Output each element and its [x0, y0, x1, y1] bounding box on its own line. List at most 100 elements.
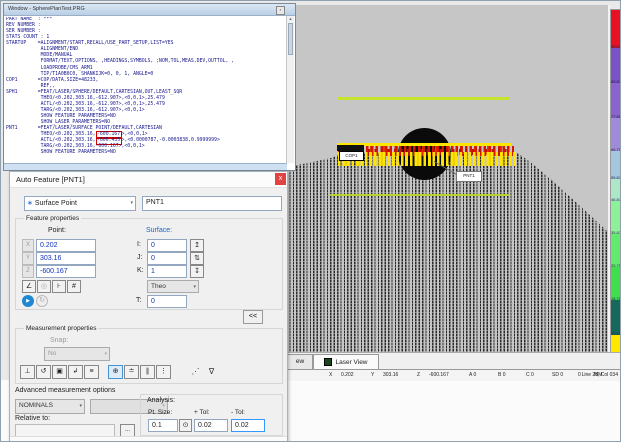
chevron-down-icon: ▾ — [79, 400, 82, 413]
probe-drop-icon[interactable]: ⊥ — [20, 365, 35, 379]
scale-tick-label: 25.75 — [611, 264, 621, 268]
surface-vector-icon[interactable]: ↥ — [190, 239, 204, 252]
find-icon[interactable]: ◎ — [37, 280, 51, 293]
edit-window-title: Window - SpherePlanTest.PRG — [8, 6, 85, 12]
pattern-icon[interactable]: ⊦ — [52, 280, 66, 293]
dialog-title: Auto Feature [PNT1] — [16, 175, 85, 184]
play-icon: ▶ — [26, 298, 30, 304]
feature-name-input[interactable]: PNT1 — [142, 196, 282, 211]
status-b-value: B 0 — [498, 372, 506, 378]
status-sd-value: SD 0 — [552, 372, 563, 378]
return-path-icon[interactable]: ↲ — [68, 365, 83, 379]
z-axis-button[interactable]: Z — [22, 265, 34, 278]
x-axis-button[interactable]: X — [22, 239, 34, 252]
scale-segment — [611, 10, 621, 48]
offset-icon[interactable]: ∥ — [140, 365, 155, 379]
y-coordinate-field[interactable]: 303.16 — [36, 252, 96, 265]
remeasure-button[interactable]: ↻ — [36, 295, 48, 307]
dialog-bottom-strip — [10, 436, 287, 442]
auto-feature-dialog[interactable]: Auto Feature [PNT1] x ∗Surface Point ▾ P… — [9, 171, 288, 442]
tab-laser-view[interactable]: Laser View — [313, 354, 379, 370]
tab-laser-view-label: Laser View — [335, 356, 367, 369]
pt-size-label: Pt. Size: — [148, 409, 172, 416]
editor-horizontal-scrollbar[interactable] — [4, 163, 287, 170]
point-size-zoom-button[interactable]: ⊙ — [179, 419, 192, 432]
j-vector-field[interactable]: 0 — [147, 252, 187, 265]
scan-line-upper — [337, 97, 509, 100]
surface-point-icon: ∗ — [25, 200, 35, 207]
scale-segment — [611, 300, 621, 335]
theo-dropdown[interactable]: Theo ▾ — [147, 280, 199, 293]
snap-value: No — [48, 350, 56, 357]
scrollbar-thumb[interactable] — [288, 23, 293, 55]
redo-icon: ↻ — [39, 297, 45, 304]
point-sequence-icon[interactable]: ⋰ — [188, 365, 203, 379]
measurement-properties-label: Measurement properties — [24, 325, 98, 333]
status-y-value: 303.16 — [383, 372, 398, 378]
feature-type-dropdown[interactable]: ∗Surface Point ▾ — [24, 196, 136, 211]
nominals-dropdown[interactable]: NOMINALS ▾ — [15, 399, 85, 414]
deviation-color-scale: 95.87 85.87 77.85 66.75 55.87 46.87 35.8… — [610, 9, 621, 359]
feature-properties-label: Feature properties — [24, 215, 81, 223]
code-line: SHOW FEATURE PARAMETERS=NO — [6, 150, 286, 156]
status-z-label: Z — [417, 372, 420, 378]
scale-tick-label: 77.85 — [611, 115, 621, 119]
pointcloud-scan — [286, 5, 608, 352]
feature-type-value: Surface Point — [35, 200, 77, 207]
advanced-options-label: Advanced measurement options — [15, 387, 115, 394]
polar-cartesian-icon[interactable]: ∠ — [22, 280, 36, 293]
scale-tick-label: 95.87 — [611, 45, 621, 49]
align-vector-icon[interactable]: ↧ — [190, 265, 204, 278]
close-icon[interactable]: x — [275, 173, 286, 185]
edit-window-titlebar[interactable]: Window - SpherePlanTest.PRG ▪ — [4, 4, 295, 16]
x-coordinate-field[interactable]: 0.202 — [36, 239, 96, 252]
level-icon[interactable]: ≐ — [124, 365, 139, 379]
grid-icon[interactable]: # — [67, 280, 81, 293]
analysis-label: Analysis: — [147, 397, 175, 404]
code-text: >,<0,0,1> — [122, 132, 148, 137]
t-value-field[interactable]: 0 — [147, 295, 187, 308]
minus-tol-field[interactable]: 0.02 — [231, 419, 265, 432]
cop1-feature-label[interactable]: COP1 — [339, 151, 364, 161]
view-tab-bar: ew Laser View — [286, 352, 621, 369]
scale-tick-label: 66.75 — [611, 148, 621, 152]
t-label: T: — [136, 297, 141, 304]
scale-tick-label: 55.87 — [611, 176, 621, 180]
k-vector-field[interactable]: 1 — [147, 265, 187, 278]
surface-label[interactable]: Surface: — [146, 227, 172, 234]
dialog-titlebar[interactable]: Auto Feature [PNT1] x — [10, 172, 287, 188]
edit-window-code[interactable]: PART NAME : *** REV NUMBER : SER NUMBER … — [6, 17, 286, 163]
plus-tol-field[interactable]: 0.02 — [194, 419, 228, 432]
graphics-view[interactable]: COP1 PNT1 — [286, 5, 610, 352]
pnt1-feature-label[interactable]: PNT1 — [456, 171, 482, 182]
scale-tick-label: 35.87 — [611, 231, 621, 235]
target-icon[interactable]: ⊕ — [108, 365, 123, 379]
edit-window[interactable]: Window - SpherePlanTest.PRG ▪ PART NAME … — [3, 3, 296, 171]
pt-size-field[interactable]: 0.1 — [148, 419, 178, 432]
snap-dropdown: No ▾ — [44, 347, 110, 361]
scale-tick-label: 85.87 — [611, 80, 621, 84]
z-coordinate-field[interactable]: -600.167 — [36, 265, 96, 278]
filter-icon[interactable]: ∇ — [204, 365, 219, 379]
y-axis-button[interactable]: Y — [22, 252, 34, 265]
deviation-points-yellow — [338, 152, 516, 166]
scroll-up-icon[interactable]: ▲ — [287, 16, 294, 22]
rescan-icon[interactable]: ↺ — [36, 365, 51, 379]
tab-view-partial[interactable]: ew — [287, 354, 313, 370]
editor-vertical-scrollbar[interactable]: ▲ — [286, 16, 294, 163]
columns-icon[interactable]: ⋮ — [156, 365, 171, 379]
edit-window-menu-button[interactable]: ▪ — [276, 6, 285, 15]
measurement-properties-group: Measurement properties Snap: No ▾ ⊥ ↺ ▣ … — [15, 328, 283, 384]
collapse-dialog-button[interactable]: << — [243, 310, 263, 324]
i-vector-field[interactable]: 0 — [147, 239, 187, 252]
status-z-value: -600.167 — [429, 372, 449, 378]
scale-segment — [611, 83, 621, 118]
region-icon[interactable]: ▣ — [52, 365, 67, 379]
measure-now-button[interactable]: ▶ — [22, 295, 34, 307]
flip-vector-icon[interactable]: ⇅ — [190, 252, 204, 265]
theo-value: Theo — [151, 283, 166, 290]
code-text: ACTL/<0.202,303.16, — [6, 138, 96, 143]
scale-tick-label: 15.75 — [611, 297, 621, 301]
analysis-group: Analysis: Pt. Size: + Tol: - Tol: 0.1 ⊙ … — [140, 394, 283, 436]
stats-icon[interactable]: ≡ — [84, 365, 99, 379]
